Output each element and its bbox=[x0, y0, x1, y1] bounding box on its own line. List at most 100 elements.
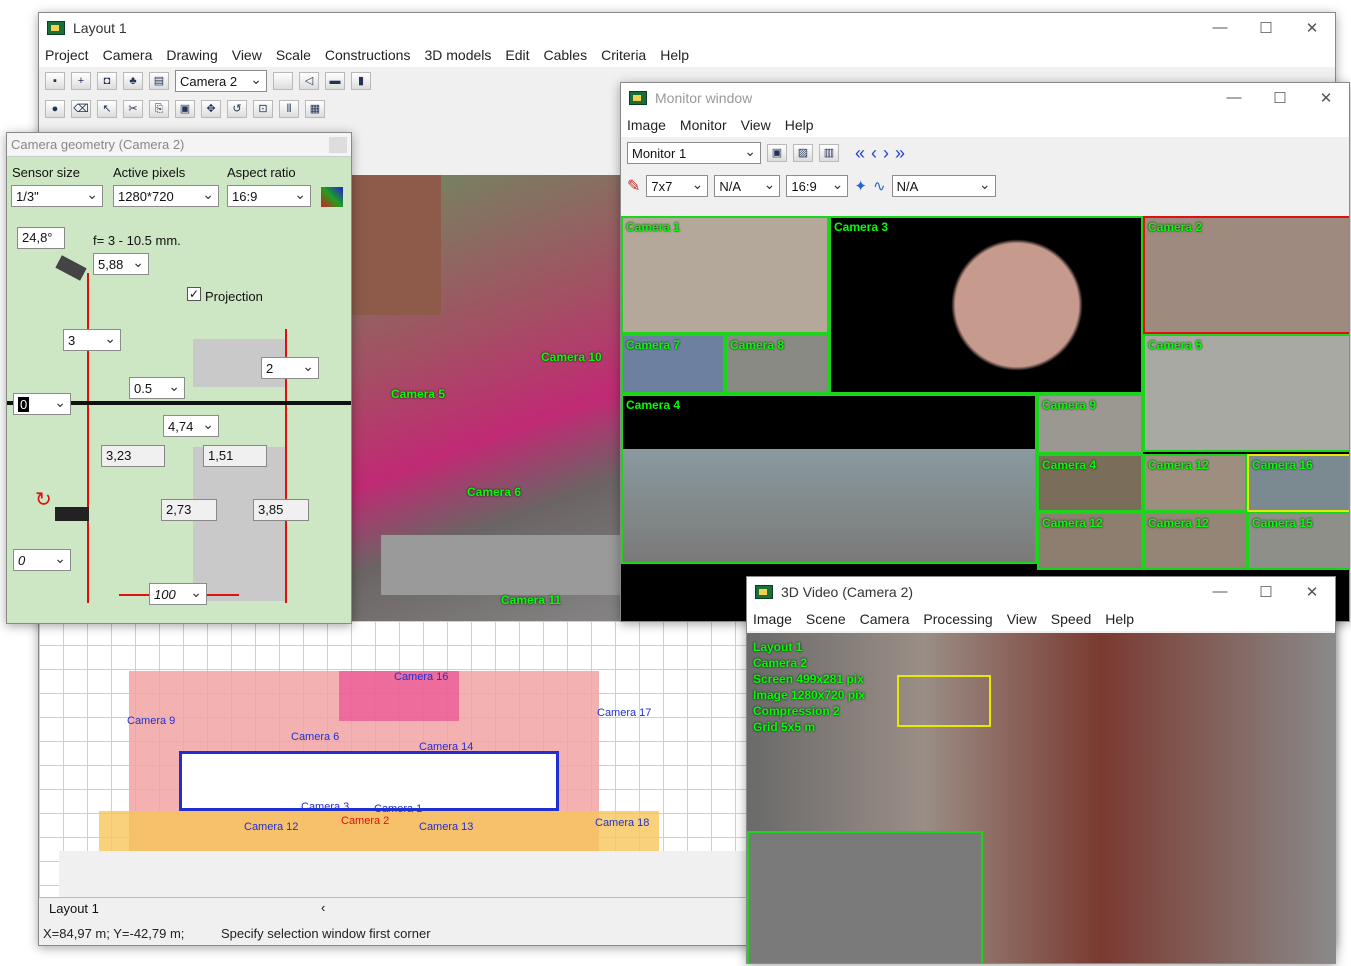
save-icon[interactable]: ▪ bbox=[45, 72, 65, 90]
scene-icon[interactable]: ▣ bbox=[767, 144, 787, 162]
maximize-icon[interactable]: ☐ bbox=[1257, 89, 1303, 107]
menu-help[interactable]: Help bbox=[1105, 611, 1134, 627]
mirror-icon[interactable]: ⫴ bbox=[279, 100, 299, 118]
floor-plan[interactable]: Camera 16 Camera 17 Camera 9 Camera 6 Ca… bbox=[39, 621, 759, 899]
prev-icon[interactable]: ‹ bbox=[871, 143, 877, 164]
stop-icon[interactable]: ● bbox=[45, 100, 65, 118]
camera-tile[interactable]: Camera 12 bbox=[1143, 512, 1247, 570]
scroll-left-icon[interactable]: ‹ bbox=[321, 900, 325, 915]
camera-tile[interactable]: Camera 3 bbox=[829, 216, 1143, 394]
menu-image[interactable]: Image bbox=[753, 611, 792, 627]
last-icon[interactable]: » bbox=[895, 143, 905, 164]
copy-icon[interactable]: ⎘ bbox=[149, 100, 169, 118]
color-grid-icon[interactable] bbox=[321, 187, 343, 207]
color-icon[interactable]: ▮ bbox=[351, 72, 371, 90]
video-view[interactable]: Layout 1 Camera 2 Screen 499x281 pix Ima… bbox=[747, 633, 1335, 963]
camera-tile[interactable]: Camera 7 bbox=[621, 334, 725, 394]
camera-tile[interactable]: Camera 15 bbox=[1247, 512, 1349, 570]
menu-constructions[interactable]: Constructions bbox=[325, 47, 411, 63]
menu-scene[interactable]: Scene bbox=[806, 611, 846, 627]
right-height-select[interactable]: 2 bbox=[261, 357, 319, 379]
array-icon[interactable]: ▦ bbox=[305, 100, 325, 118]
distance-select[interactable]: 4,74 bbox=[163, 415, 219, 437]
tilt-select[interactable]: 0.5 bbox=[129, 377, 185, 399]
table-icon[interactable]: ▤ bbox=[149, 72, 169, 90]
compression-select[interactable]: N/A bbox=[891, 175, 996, 197]
minimize-icon[interactable]: — bbox=[1211, 89, 1257, 107]
layer-icon[interactable]: ▬ bbox=[325, 72, 345, 90]
camera-tile[interactable]: Camera 12 bbox=[1143, 454, 1247, 512]
maximize-icon[interactable]: ☐ bbox=[1243, 19, 1289, 37]
menu-help[interactable]: Help bbox=[660, 47, 689, 63]
focal-select[interactable]: 5,88 bbox=[93, 253, 149, 275]
eraser-icon[interactable]: ⌫ bbox=[71, 100, 91, 118]
menu-monitor[interactable]: Monitor bbox=[680, 117, 727, 133]
next-icon[interactable]: › bbox=[883, 143, 889, 164]
menu-image[interactable]: Image bbox=[627, 117, 666, 133]
select-icon[interactable]: ↖ bbox=[97, 100, 117, 118]
angle-field[interactable]: 24,8° bbox=[17, 227, 65, 249]
camera-icon[interactable]: ◘ bbox=[97, 72, 117, 90]
compass-icon[interactable]: ✦ bbox=[854, 177, 867, 195]
camera-tile[interactable]: Camera 4 bbox=[621, 394, 1037, 564]
aspect-select[interactable]: 16:9 bbox=[227, 185, 311, 207]
menu-processing[interactable]: Processing bbox=[923, 611, 992, 627]
camera-select[interactable]: Camera 2 bbox=[175, 70, 267, 92]
projection-checkbox[interactable]: ✓ bbox=[187, 287, 201, 301]
menu-project[interactable]: Project bbox=[45, 47, 89, 63]
close-icon[interactable]: ✕ bbox=[1289, 19, 1335, 37]
add-camera-icon[interactable]: + bbox=[71, 72, 91, 90]
camera-tile[interactable]: Camera 1 bbox=[621, 216, 829, 334]
height-select[interactable]: 3 bbox=[63, 329, 121, 351]
close-icon[interactable] bbox=[329, 136, 347, 153]
aspect-select[interactable]: 16:9 bbox=[786, 175, 849, 197]
close-icon[interactable]: ✕ bbox=[1289, 583, 1335, 601]
rotate-icon[interactable]: ↺ bbox=[227, 100, 247, 118]
menu-view[interactable]: View bbox=[232, 47, 262, 63]
cut-icon[interactable]: ✂ bbox=[123, 100, 143, 118]
camera-tile[interactable]: Camera 16 bbox=[1247, 454, 1349, 512]
close-icon[interactable]: ✕ bbox=[1303, 89, 1349, 107]
film-icon[interactable]: ▥ bbox=[819, 144, 839, 162]
menu-criteria[interactable]: Criteria bbox=[601, 47, 646, 63]
menu-camera[interactable]: Camera bbox=[103, 47, 153, 63]
tree-icon[interactable]: ♣ bbox=[123, 72, 143, 90]
camera-tile[interactable]: Camera 2 bbox=[1143, 216, 1349, 334]
maximize-icon[interactable]: ☐ bbox=[1243, 583, 1289, 601]
pixels-select[interactable]: 1280*720 bbox=[113, 185, 219, 207]
minimize-icon[interactable]: — bbox=[1197, 583, 1243, 601]
camera-tile[interactable]: Camera 8 bbox=[725, 334, 829, 394]
camera-tile[interactable]: Camera 5 bbox=[1143, 334, 1349, 452]
menu-scale[interactable]: Scale bbox=[276, 47, 311, 63]
paste-icon[interactable]: ▣ bbox=[175, 100, 195, 118]
resolution-select[interactable]: N/A bbox=[714, 175, 781, 197]
scale-icon[interactable]: ⊡ bbox=[253, 100, 273, 118]
menu-speed[interactable]: Speed bbox=[1051, 611, 1091, 627]
grid-select[interactable]: 7x7 bbox=[646, 175, 709, 197]
scene-3d-view[interactable]: Camera 5 Camera 6 Camera 10 Camera 11 bbox=[351, 175, 631, 645]
first-icon[interactable]: « bbox=[855, 143, 865, 164]
menu-help[interactable]: Help bbox=[785, 117, 814, 133]
move-icon[interactable]: ✥ bbox=[201, 100, 221, 118]
camera-tile[interactable]: Camera 4 bbox=[1037, 454, 1143, 512]
menu-drawing[interactable]: Drawing bbox=[166, 47, 217, 63]
zero-select[interactable]: 0 bbox=[13, 393, 71, 415]
view-cone-icon[interactable]: ◁ bbox=[299, 72, 319, 90]
tab-layout-1[interactable]: Layout 1 bbox=[49, 901, 99, 916]
camera-tile[interactable]: Camera 12 bbox=[1037, 512, 1143, 570]
sensor-select[interactable]: 1/3" bbox=[11, 185, 103, 207]
menu-edit[interactable]: Edit bbox=[505, 47, 529, 63]
blank-icon[interactable] bbox=[273, 72, 293, 90]
menu-camera[interactable]: Camera bbox=[860, 611, 910, 627]
menu-cables[interactable]: Cables bbox=[544, 47, 588, 63]
minimize-icon[interactable]: — bbox=[1197, 19, 1243, 37]
monitor-select[interactable]: Monitor 1 bbox=[627, 142, 761, 164]
wave-icon[interactable]: ∿ bbox=[873, 177, 886, 195]
menu-view[interactable]: View bbox=[1007, 611, 1037, 627]
menu-3d-models[interactable]: 3D models bbox=[424, 47, 491, 63]
percent-select[interactable]: 100 bbox=[149, 583, 207, 605]
rotation-select[interactable]: 0 bbox=[13, 549, 71, 571]
image-icon[interactable]: ▨ bbox=[793, 144, 813, 162]
wrench-icon[interactable]: ✎ bbox=[627, 176, 640, 196]
menu-view[interactable]: View bbox=[741, 117, 771, 133]
